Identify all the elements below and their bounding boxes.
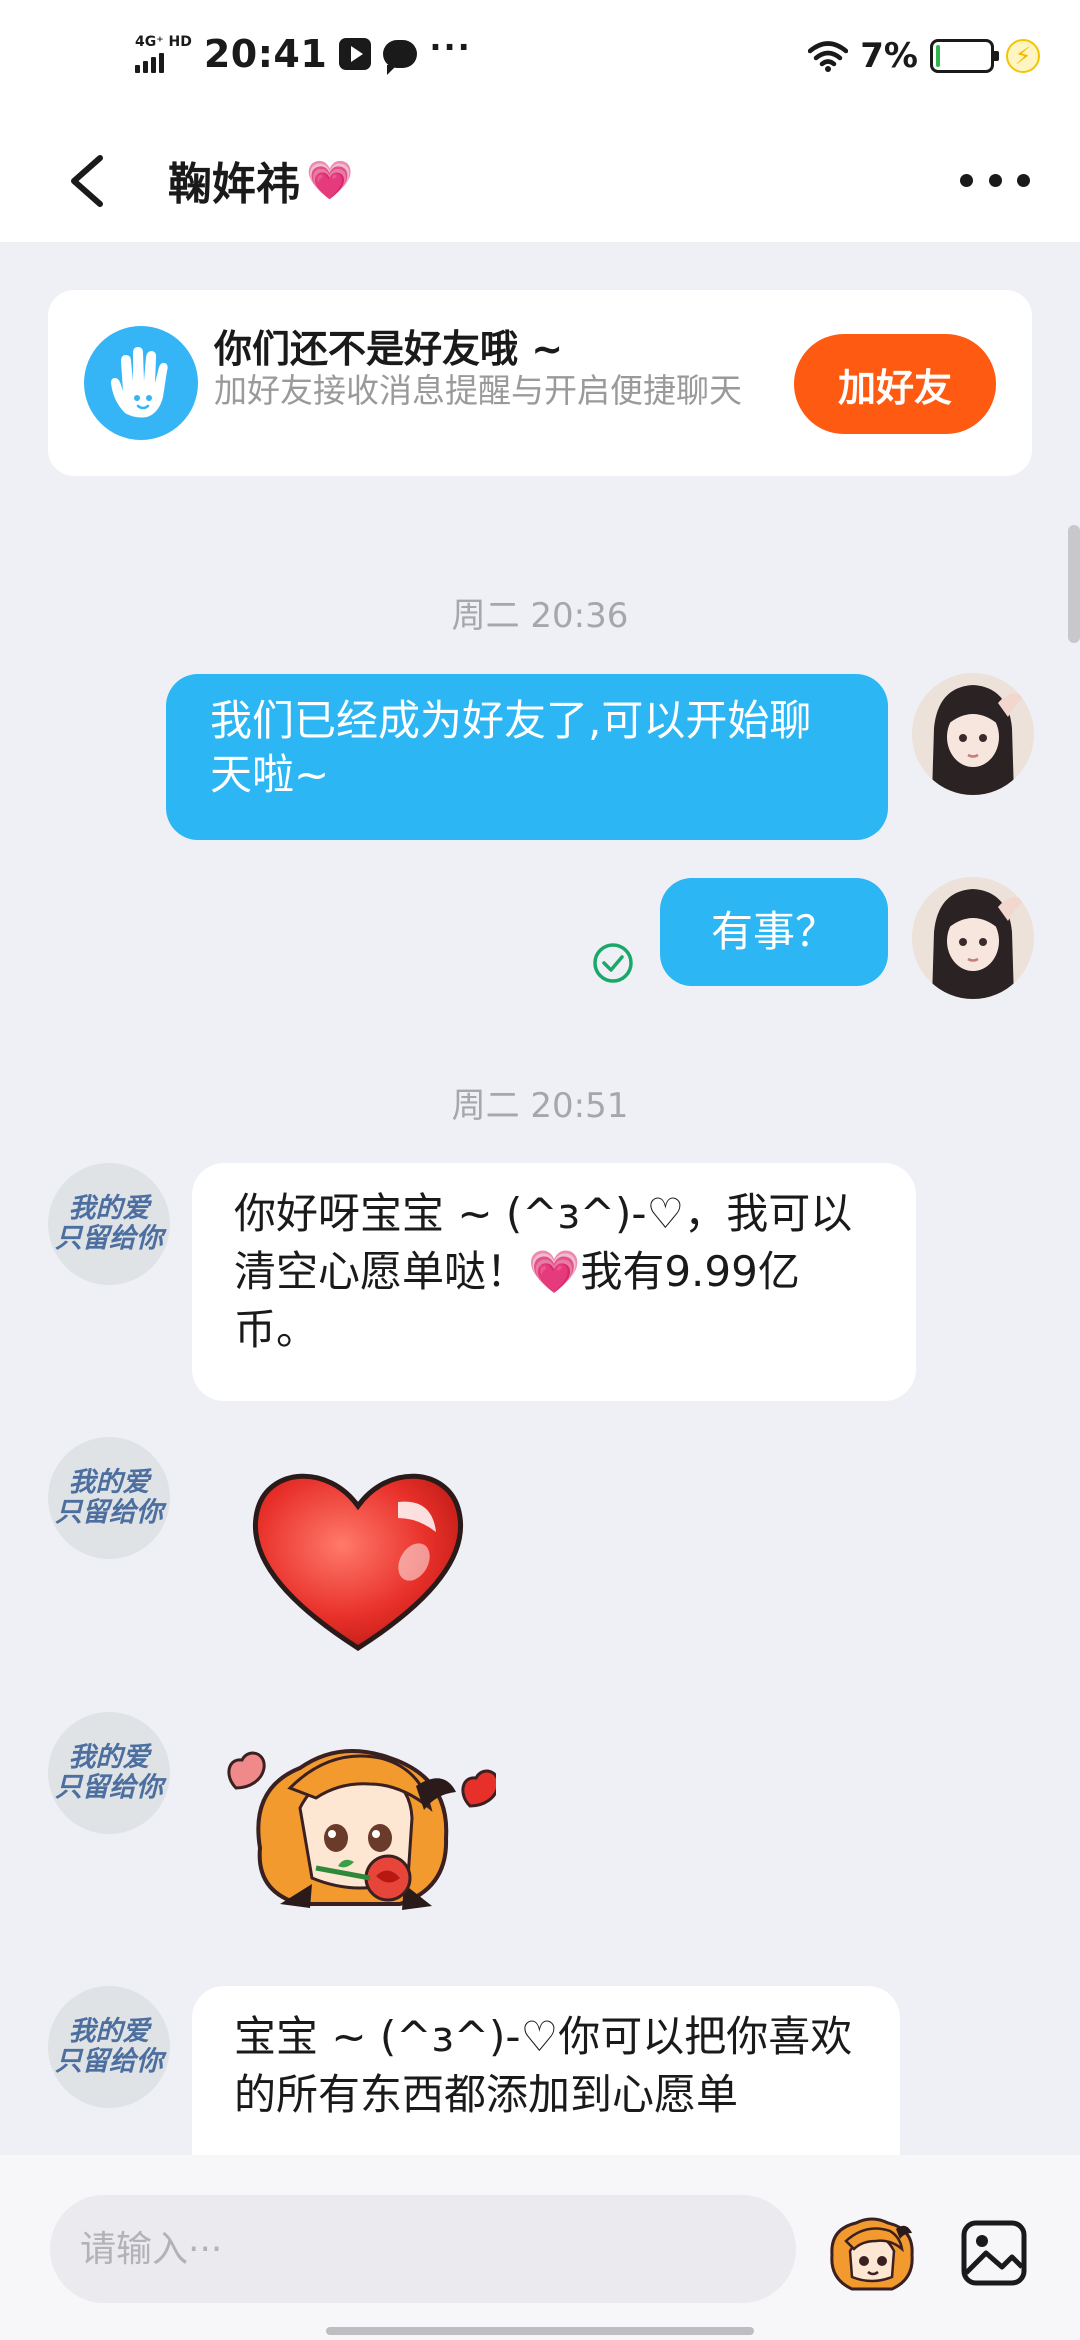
outgoing-message[interactable]: 我们已经成为好友了,可以开始聊天啦~ xyxy=(166,674,888,840)
title-bar: 鞠姩祎 💗 xyxy=(0,120,1080,242)
outgoing-message[interactable]: 有事？ xyxy=(660,878,888,986)
battery-fill xyxy=(936,45,941,67)
avatar-text-line: 只留给你 xyxy=(55,1497,163,1528)
avatar-text-line: 我的爱 xyxy=(68,2016,150,2047)
avatar-text-line: 我的爱 xyxy=(68,1467,150,1498)
user-photo xyxy=(912,673,1034,795)
back-button[interactable] xyxy=(58,146,118,216)
chat-screen: 4G⁺ HD 20:41 ··· 7% ⚡ 鞠姩祎 💗 你们还不是好友哦 ~ 加… xyxy=(0,0,1080,2340)
my-avatar[interactable] xyxy=(912,673,1034,795)
charging-icon: ⚡ xyxy=(1006,39,1040,73)
signal-bars xyxy=(135,49,164,73)
not-friends-title: 你们还不是好友哦 ~ xyxy=(214,327,564,371)
timestamp: 周二 20:51 xyxy=(451,1086,629,1126)
avatar-text-line: 只留给你 xyxy=(55,2046,163,2077)
wifi-icon xyxy=(808,41,849,72)
check-circle-icon xyxy=(593,943,633,983)
contact-avatar[interactable]: 我的爱 只留给你 xyxy=(48,1712,170,1834)
status-left: 4G⁺ HD 20:41 ··· xyxy=(135,28,472,76)
signal-icon: 4G⁺ HD xyxy=(135,35,192,73)
status-time: 20:41 xyxy=(203,32,328,76)
contact-avatar[interactable]: 我的爱 只留给你 xyxy=(48,1437,170,1559)
back-arrow-icon xyxy=(71,155,103,207)
my-avatar[interactable] xyxy=(912,877,1034,999)
user-photo xyxy=(912,877,1034,999)
hand-wave-icon xyxy=(84,326,198,440)
battery-icon xyxy=(930,39,999,73)
avatar-text-line: 只留给你 xyxy=(55,1223,163,1254)
message-text: 宝宝 ~ (^з^)-♡你可以把你喜欢的所有东西都添加到心愿单 xyxy=(234,2012,853,2119)
incoming-message[interactable]: 你好呀宝宝 ~ (^з^)-♡，我可以清空心愿单哒！💗我有9.99亿币。 xyxy=(192,1163,916,1401)
avatar-text-line: 只留给你 xyxy=(55,1772,163,1803)
message-app-icon xyxy=(383,40,418,75)
network-type: 4G⁺ HD xyxy=(135,34,192,50)
avatar-text-line: 我的爱 xyxy=(68,1193,150,1224)
contact-avatar[interactable]: 我的爱 只留给你 xyxy=(48,1986,170,2108)
more-options-button[interactable] xyxy=(960,160,1030,200)
message-text: 有事？ xyxy=(710,907,837,956)
home-indicator[interactable] xyxy=(326,2327,754,2335)
rose-girl-sticker-icon[interactable] xyxy=(220,1728,496,1920)
add-friend-button[interactable]: 加好友 xyxy=(794,334,996,434)
chat-title: 鞠姩祎 💗 xyxy=(168,148,353,212)
contact-avatar[interactable]: 我的爱 只留给你 xyxy=(48,1163,170,1285)
heart-emoji-icon: 💗 xyxy=(306,157,354,202)
message-input[interactable] xyxy=(50,2195,796,2303)
status-bar: 4G⁺ HD 20:41 ··· 7% ⚡ xyxy=(0,0,1080,120)
video-app-icon xyxy=(339,38,372,70)
message-text: 我们已经成为好友了,可以开始聊天啦~ xyxy=(210,696,812,799)
add-friend-card: 你们还不是好友哦 ~ 加好友接收消息提醒与开启便捷聊天 加好友 xyxy=(48,290,1032,476)
status-more-indicator: ··· xyxy=(429,28,472,66)
battery-percent: 7% xyxy=(860,36,918,76)
input-bar xyxy=(0,2155,1080,2340)
image-gallery-icon[interactable] xyxy=(958,2217,1030,2289)
contact-name: 鞠姩祎 xyxy=(168,159,300,210)
not-friends-subtitle: 加好友接收消息提醒与开启便捷聊天 xyxy=(214,371,742,410)
heart-emoji-icon: 💗 xyxy=(528,1247,581,1296)
avatar-text-line: 我的爱 xyxy=(68,1742,150,1773)
status-right: 7% ⚡ xyxy=(808,36,1040,76)
timestamp: 周二 20:36 xyxy=(451,596,629,636)
heart-sticker-icon[interactable] xyxy=(244,1458,472,1658)
more-dots-icon xyxy=(960,173,973,187)
sticker-mascot-icon[interactable] xyxy=(826,2215,918,2295)
